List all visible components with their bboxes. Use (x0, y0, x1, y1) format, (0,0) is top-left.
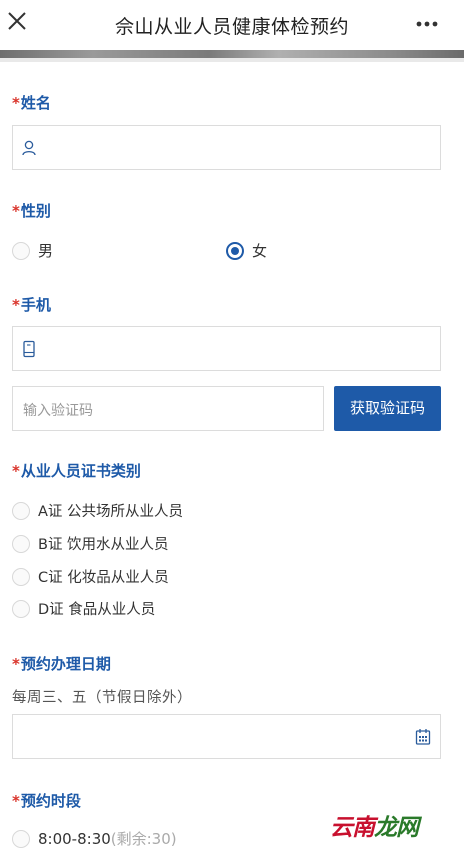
radio-female[interactable] (226, 241, 244, 260)
date-label: *预约办理日期 (12, 653, 111, 674)
date-input[interactable] (12, 714, 441, 759)
name-label-text: 姓名 (20, 94, 51, 112)
phone-input[interactable] (12, 326, 441, 371)
cert-option-label: B证 饮用水从业人员 (38, 537, 169, 553)
cert-option-label: D证 食品从业人员 (38, 602, 156, 618)
cert-option-b[interactable]: B证 饮用水从业人员 (12, 533, 169, 554)
cert-option-label: A证 公共场所从业人员 (38, 504, 184, 520)
cert-option-c[interactable]: C证 化妆品从业人员 (12, 566, 169, 587)
radio-time-slot[interactable] (12, 829, 30, 848)
cert-option-label: C证 化妆品从业人员 (38, 570, 169, 586)
get-code-button[interactable]: 获取验证码 (334, 386, 441, 431)
time-slot-label: *预约时段 (12, 790, 81, 811)
required-mark: * (12, 94, 20, 112)
page-title: 佘山从业人员健康体检预约 (114, 16, 349, 38)
verify-code-input[interactable]: 输入验证码 (12, 386, 324, 431)
date-hint: 每周三、五（节假日除外） (12, 690, 192, 706)
cert-option-a[interactable]: A证 公共场所从业人员 (12, 500, 183, 521)
required-mark: * (12, 655, 20, 673)
phone-label: *手机 (12, 294, 51, 315)
required-mark: * (12, 202, 20, 220)
required-mark: * (12, 462, 20, 480)
radio-cert-a[interactable] (12, 501, 30, 520)
gender-option-female[interactable]: 女 (226, 240, 267, 261)
cert-type-label: *从业人员证书类别 (12, 460, 141, 481)
cert-type-label-text: 从业人员证书类别 (20, 462, 141, 480)
watermark-logo: 云南龙网 (330, 808, 419, 842)
watermark-part2: 龙网 (374, 815, 419, 841)
gender-option-label: 男 (38, 242, 54, 260)
phone-label-text: 手机 (20, 296, 51, 314)
date-label-text: 预约办理日期 (20, 655, 111, 673)
time-slot-remaining: (剩余:30) (110, 830, 177, 848)
gender-label: *性别 (12, 200, 51, 221)
radio-male[interactable] (12, 241, 30, 260)
phone-icon (23, 340, 35, 358)
cert-option-d[interactable]: D证 食品从业人员 (12, 598, 155, 619)
gender-label-text: 性别 (20, 202, 51, 220)
user-icon (22, 140, 36, 156)
top-bar: 佘山从业人员健康体检预约 (0, 0, 464, 50)
name-label: *姓名 (12, 92, 51, 113)
name-input[interactable] (12, 125, 441, 170)
calendar-icon[interactable] (415, 728, 431, 746)
banner-image-strip (0, 50, 464, 62)
required-mark: * (12, 296, 20, 314)
gender-option-male[interactable]: 男 (12, 240, 53, 261)
more-dots-icon[interactable] (416, 21, 438, 27)
gender-option-label: 女 (252, 242, 268, 260)
watermark-part1: 云南 (330, 815, 375, 841)
radio-cert-d[interactable] (12, 599, 30, 618)
required-mark: * (12, 792, 20, 810)
radio-cert-c[interactable] (12, 567, 30, 586)
radio-cert-b[interactable] (12, 534, 30, 553)
time-slot-option[interactable]: 8:00-8:30 (剩余:30) (12, 828, 177, 849)
time-slot-time: 8:00-8:30 (38, 829, 111, 848)
time-slot-label-text: 预约时段 (20, 792, 81, 810)
